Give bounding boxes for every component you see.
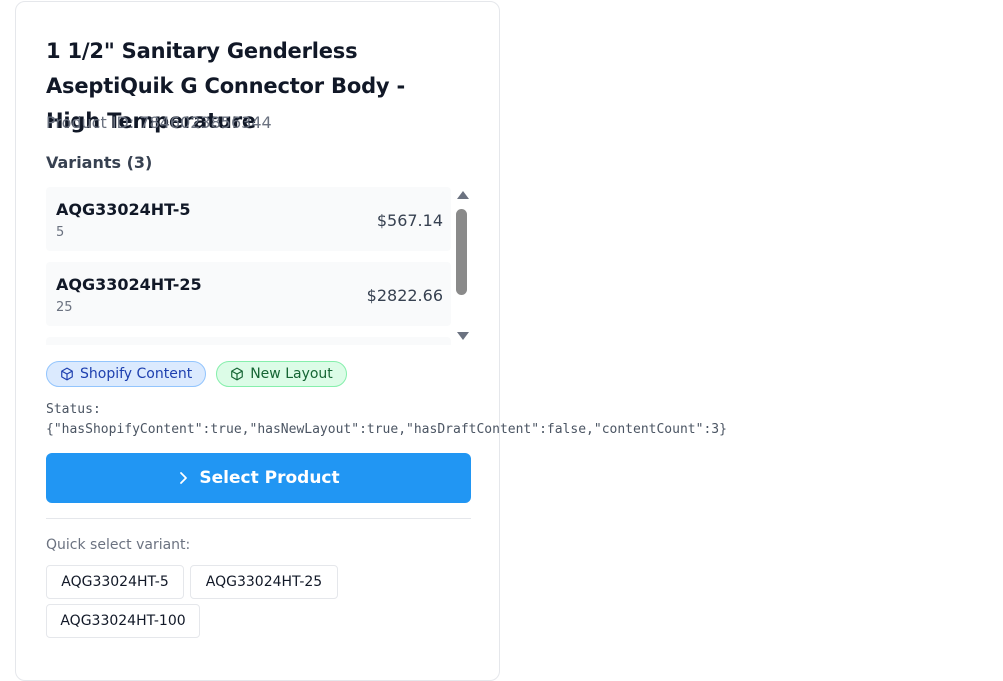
variant-price: $2822.66 xyxy=(366,286,443,305)
badge-shopify-content: Shopify Content xyxy=(46,361,207,387)
content-badges: Shopify Content New Layout xyxy=(46,361,347,387)
variant-price: $567.14 xyxy=(376,211,443,230)
variants-scrollbar[interactable] xyxy=(454,185,471,345)
badge-label: Shopify Content xyxy=(80,366,193,382)
status-debug: Status: {"hasShopifyContent":true,"hasNe… xyxy=(46,400,727,440)
variant-row[interactable]: AQG33024HT-25 25 $2822.66 xyxy=(46,262,451,326)
quick-select-chip[interactable]: AQG33024HT-25 xyxy=(190,565,338,599)
scroll-up-arrow-icon[interactable] xyxy=(457,191,469,199)
badge-new-layout: New Layout xyxy=(216,361,347,387)
variant-row-partial[interactable] xyxy=(46,337,451,345)
select-product-label: Select Product xyxy=(199,468,340,488)
scroll-down-arrow-icon[interactable] xyxy=(457,332,469,340)
variant-sku: AQG33024HT-5 xyxy=(56,200,191,219)
divider xyxy=(46,518,471,519)
quick-select-chip[interactable]: AQG33024HT-100 xyxy=(46,604,200,638)
scroll-thumb[interactable] xyxy=(456,209,467,295)
variant-quantity: 5 xyxy=(56,225,65,240)
variant-sku: AQG33024HT-25 xyxy=(56,275,202,294)
quick-select-chip[interactable]: AQG33024HT-5 xyxy=(46,565,184,599)
variant-quantity: 25 xyxy=(56,300,73,315)
variants-list[interactable]: AQG33024HT-5 5 $567.14 AQG33024HT-25 25 … xyxy=(46,185,471,345)
status-label: Status: xyxy=(46,402,101,417)
select-product-button[interactable]: Select Product xyxy=(46,453,471,503)
product-card: 1 1/2" Sanitary Genderless AseptiQuik G … xyxy=(15,1,727,681)
cube-icon xyxy=(61,367,73,381)
variant-row[interactable]: AQG33024HT-5 5 $567.14 xyxy=(46,187,451,251)
status-json: {"hasShopifyContent":true,"hasNewLayout"… xyxy=(46,422,727,437)
chevron-right-icon xyxy=(180,472,188,484)
cube-icon xyxy=(231,367,244,381)
variants-heading: Variants (3) xyxy=(46,153,153,172)
quick-select-label: Quick select variant: xyxy=(46,537,191,553)
product-id: Product ID: 7846023856344 xyxy=(46,113,272,132)
badge-label: New Layout xyxy=(250,366,333,382)
